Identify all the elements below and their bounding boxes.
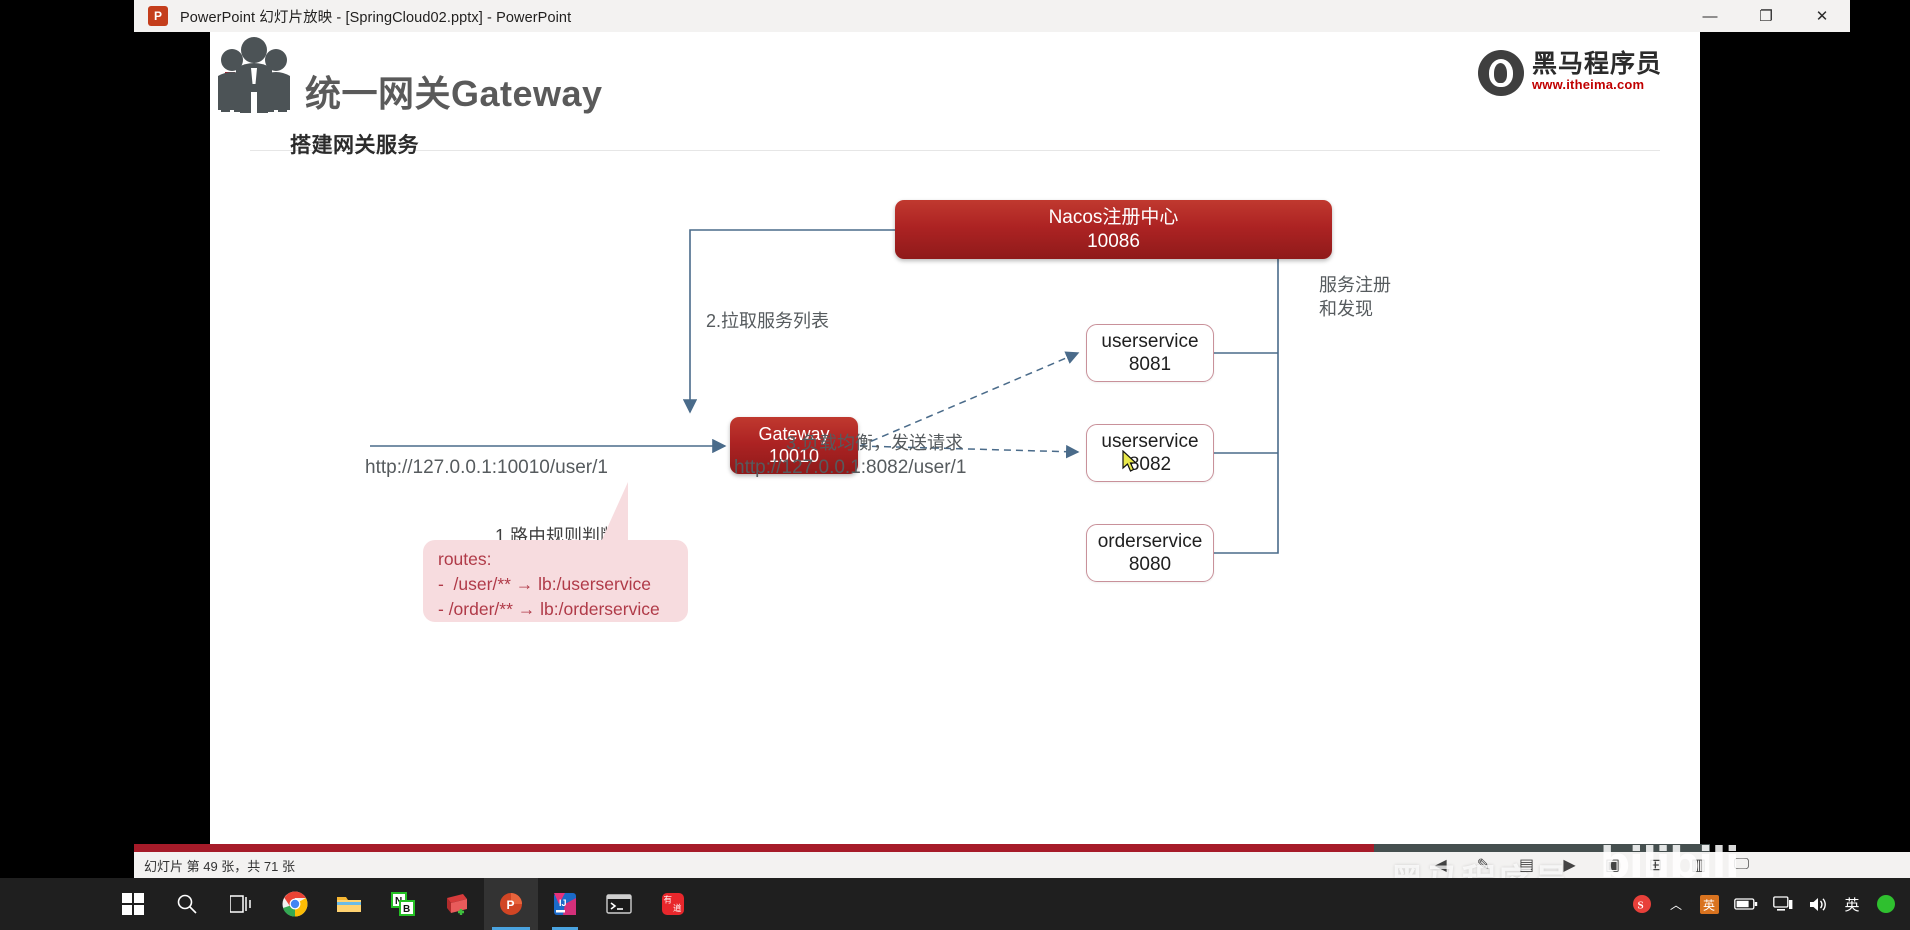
- pen-tools-icon[interactable]: ✎: [1475, 857, 1492, 874]
- node-userservice-8081[interactable]: userservice 8081: [1086, 324, 1214, 382]
- next-slide-icon[interactable]: ▶: [1561, 857, 1578, 874]
- label-url-backend: http://127.0.0.1:8082/user/1: [734, 457, 967, 478]
- grid-view-icon[interactable]: ⊞: [1647, 857, 1664, 874]
- file-explorer-icon[interactable]: [322, 878, 376, 930]
- zoom-slide-icon[interactable]: ▣: [1604, 857, 1621, 874]
- label-step-3: 3.负载均衡，发送请求: [786, 433, 964, 453]
- node-userservice-8081-port: 8081: [1128, 354, 1172, 375]
- notification-dot-icon[interactable]: [1876, 894, 1896, 914]
- svg-text:有: 有: [664, 895, 673, 906]
- battery-icon[interactable]: [1734, 894, 1758, 914]
- window-title-bar: P PowerPoint 幻灯片放映 - [SpringCloud02.pptx…: [134, 0, 1910, 32]
- network-icon[interactable]: [1773, 894, 1793, 914]
- mouse-cursor-icon: [1122, 450, 1138, 472]
- sogou-input-icon[interactable]: S: [1632, 894, 1652, 914]
- diagram-area: Nacos注册中心 10086 Gateway 10010 userservic…: [210, 32, 1700, 852]
- node-userservice-8082[interactable]: userservice 8082: [1086, 424, 1214, 482]
- label-url-client: http://127.0.0.1:10010/user/1: [365, 457, 608, 478]
- slideshow-controls: ◀ ✎ ▤ ▶ ▣ ⊞ ▥ 🖵: [1432, 852, 1750, 878]
- notepad-icon[interactable]: NB: [376, 878, 430, 930]
- start-button-icon[interactable]: [106, 878, 160, 930]
- subtitles-icon[interactable]: ▥: [1690, 857, 1707, 874]
- system-tray: S ︿ 英 英: [1632, 878, 1910, 930]
- search-icon[interactable]: [160, 878, 214, 930]
- foxit-reader-icon[interactable]: [430, 878, 484, 930]
- people-group-icon: [218, 37, 290, 113]
- show-hidden-icons-icon[interactable]: ︿: [1667, 894, 1685, 914]
- youdao-icon[interactable]: 有道: [646, 878, 700, 930]
- window-controls: — ❐ ✕: [1682, 0, 1910, 32]
- screen: P PowerPoint 幻灯片放映 - [SpringCloud02.pptx…: [0, 0, 1910, 930]
- terminal-icon[interactable]: [592, 878, 646, 930]
- node-orderservice-8080[interactable]: orderservice 8080: [1086, 524, 1214, 582]
- svg-text:道: 道: [673, 903, 682, 914]
- svg-text:B: B: [403, 904, 410, 915]
- minimize-button[interactable]: —: [1682, 0, 1738, 32]
- slide-canvas[interactable]: 统一网关Gateway 黑马程序员 www.itheima.com 搭建网关服务: [210, 32, 1700, 852]
- all-slides-icon[interactable]: ▤: [1518, 857, 1535, 874]
- svg-text:P: P: [507, 898, 515, 912]
- titlebar-end-spacer: [1850, 0, 1910, 32]
- node-userservice-8081-name: userservice: [1101, 330, 1199, 352]
- previous-slide-icon[interactable]: ◀: [1432, 857, 1449, 874]
- intellij-idea-icon[interactable]: IJ: [538, 878, 592, 930]
- node-nacos-port: 10086: [1087, 230, 1140, 252]
- language-indicator[interactable]: 英: [1843, 894, 1861, 914]
- chrome-icon[interactable]: [268, 878, 322, 930]
- task-view-icon[interactable]: [214, 878, 268, 930]
- node-userservice-8082-name: userservice: [1101, 430, 1199, 452]
- label-step-2: 2.拉取服务列表: [706, 311, 830, 331]
- routes-callout-text: routes: - /user/** → lb:/userservice - /…: [438, 549, 660, 619]
- node-nacos[interactable]: Nacos注册中心 10086: [895, 200, 1332, 259]
- slide-counter: 幻灯片 第 49 张，共 71 张: [144, 858, 295, 874]
- restore-button[interactable]: ❐: [1738, 0, 1794, 32]
- close-button[interactable]: ✕: [1794, 0, 1850, 32]
- label-service-registration: 服务注册 和发现: [1319, 275, 1391, 320]
- presenter-view-icon[interactable]: 🖵: [1733, 856, 1750, 873]
- node-nacos-name: Nacos注册中心: [1048, 207, 1179, 229]
- svg-text:IJ: IJ: [559, 898, 567, 908]
- windows-taskbar: NB P IJ 有道 S ︿ 英 英: [0, 878, 1910, 930]
- node-orderservice-name: orderservice: [1097, 530, 1203, 552]
- callout-tail: [600, 482, 628, 544]
- powerpoint-icon: P: [148, 6, 168, 26]
- svg-text:英: 英: [1703, 898, 1715, 912]
- ime-english-icon[interactable]: 英: [1700, 894, 1719, 914]
- window-title: PowerPoint 幻灯片放映 - [SpringCloud02.pptx] …: [180, 9, 572, 26]
- node-orderservice-port: 8080: [1128, 554, 1172, 575]
- volume-icon[interactable]: [1808, 894, 1828, 914]
- powerpoint-status-bar: 幻灯片 第 49 张，共 71 张 ◀ ✎ ▤ ▶ ▣ ⊞ ▥ 🖵: [134, 852, 1910, 878]
- powerpoint-icon[interactable]: P: [484, 878, 538, 930]
- svg-text:S: S: [1638, 900, 1644, 912]
